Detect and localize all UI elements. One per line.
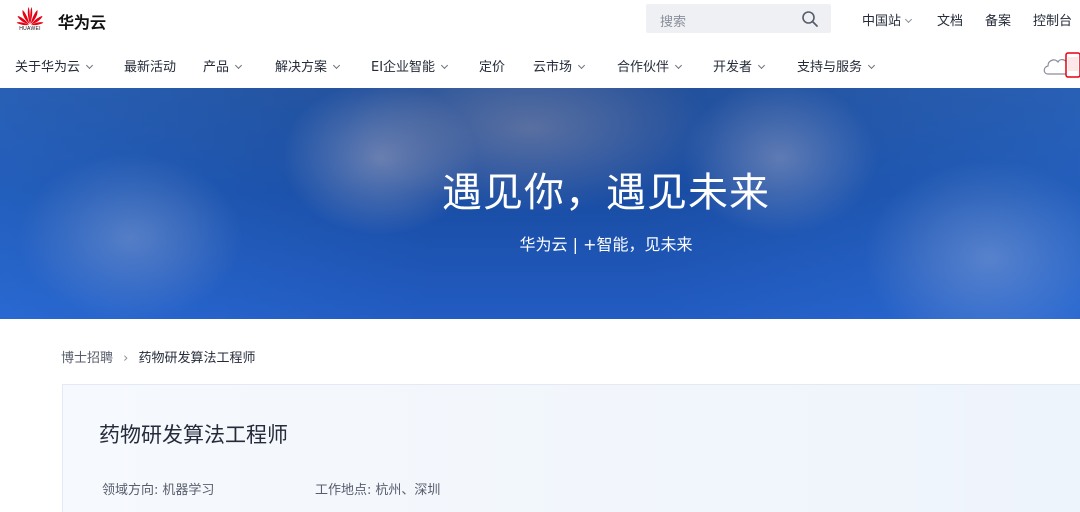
breadcrumb-separator: › (123, 351, 129, 366)
breadcrumb: 博士招聘 › 药物研发算法工程师 (61, 347, 256, 366)
console-link[interactable]: 控制台 (1033, 10, 1072, 29)
field-label: 领域方向: (102, 483, 159, 498)
nav-item-partners[interactable]: 合作伙伴 (617, 56, 683, 75)
search-input[interactable]: 搜索 (660, 11, 686, 30)
top-bar: HUAWEI 华为云 搜索 中国站 文档 备案 控制台 (0, 0, 1080, 40)
search-icon[interactable] (801, 10, 819, 28)
nav-item-label: 合作伙伴 (617, 60, 670, 75)
logo-wordmark: HUAWEI (19, 26, 41, 32)
chevron-down-icon (867, 61, 876, 70)
nav-item-label: 关于华为云 (15, 60, 81, 75)
nav-item-ei[interactable]: EI企业智能 (371, 56, 449, 75)
filing-link[interactable]: 备案 (985, 10, 1011, 29)
chevron-down-icon (234, 61, 243, 70)
nav-item-activities[interactable]: 最新活动 (124, 56, 176, 75)
job-location: 工作地点: 杭州、深圳 (315, 479, 440, 498)
banner-title: 遇见你，遇见未来 (442, 170, 770, 216)
job-field: 领域方向: 机器学习 (102, 479, 214, 498)
breadcrumb-parent-link[interactable]: 博士招聘 (61, 351, 113, 366)
chevron-down-icon (85, 61, 94, 70)
job-card: 药物研发算法工程师 领域方向: 机器学习 工作地点: 杭州、深圳 (62, 384, 1080, 512)
nav-item-label: 支持与服务 (797, 60, 863, 75)
region-selector[interactable]: 中国站 (862, 10, 913, 29)
nav-item-label: 定价 (479, 60, 506, 75)
nav-item-about[interactable]: 关于华为云 (15, 56, 94, 75)
main-nav: 关于华为云 最新活动 产品 解决方案 EI企业智能 定价 云市场 合作伙伴 开发… (0, 40, 1080, 88)
region-label: 中国站 (862, 14, 902, 29)
job-title: 药物研发算法工程师 (99, 423, 288, 447)
cloud-phone-icon[interactable] (1040, 44, 1080, 84)
field-value: 机器学习 (162, 483, 215, 498)
chevron-down-icon (441, 61, 449, 70)
hero-banner: 遇见你，遇见未来 华为云 | +智能，见未来 (0, 88, 1080, 319)
nav-item-support[interactable]: 支持与服务 (797, 56, 876, 75)
nav-item-marketplace[interactable]: 云市场 (533, 56, 586, 75)
chevron-down-icon (577, 61, 586, 70)
nav-item-label: 开发者 (713, 60, 753, 75)
nav-item-label: 最新活动 (124, 60, 177, 75)
search-box[interactable]: 搜索 (646, 4, 831, 33)
brand-name[interactable]: 华为云 (58, 9, 106, 33)
chevron-down-icon (332, 61, 341, 70)
location-value: 杭州、深圳 (375, 483, 441, 498)
nav-item-pricing[interactable]: 定价 (479, 56, 505, 75)
banner-subtitle: 华为云 | +智能，见未来 (519, 235, 693, 254)
nav-item-solutions[interactable]: 解决方案 (275, 56, 341, 75)
huawei-logo[interactable]: HUAWEI (14, 4, 46, 36)
chevron-down-icon (674, 61, 683, 70)
chevron-down-icon (904, 15, 913, 24)
chevron-down-icon (757, 61, 766, 70)
huawei-petal-icon (16, 7, 44, 26)
docs-link[interactable]: 文档 (937, 10, 963, 29)
nav-item-label: 云市场 (533, 60, 573, 75)
location-label: 工作地点: (315, 483, 372, 498)
nav-item-developers[interactable]: 开发者 (713, 56, 766, 75)
nav-item-label: EI企业智能 (371, 60, 436, 75)
nav-item-label: 解决方案 (275, 60, 328, 75)
nav-item-products[interactable]: 产品 (203, 56, 243, 75)
nav-item-label: 产品 (203, 60, 230, 75)
breadcrumb-current: 药物研发算法工程师 (138, 351, 256, 366)
